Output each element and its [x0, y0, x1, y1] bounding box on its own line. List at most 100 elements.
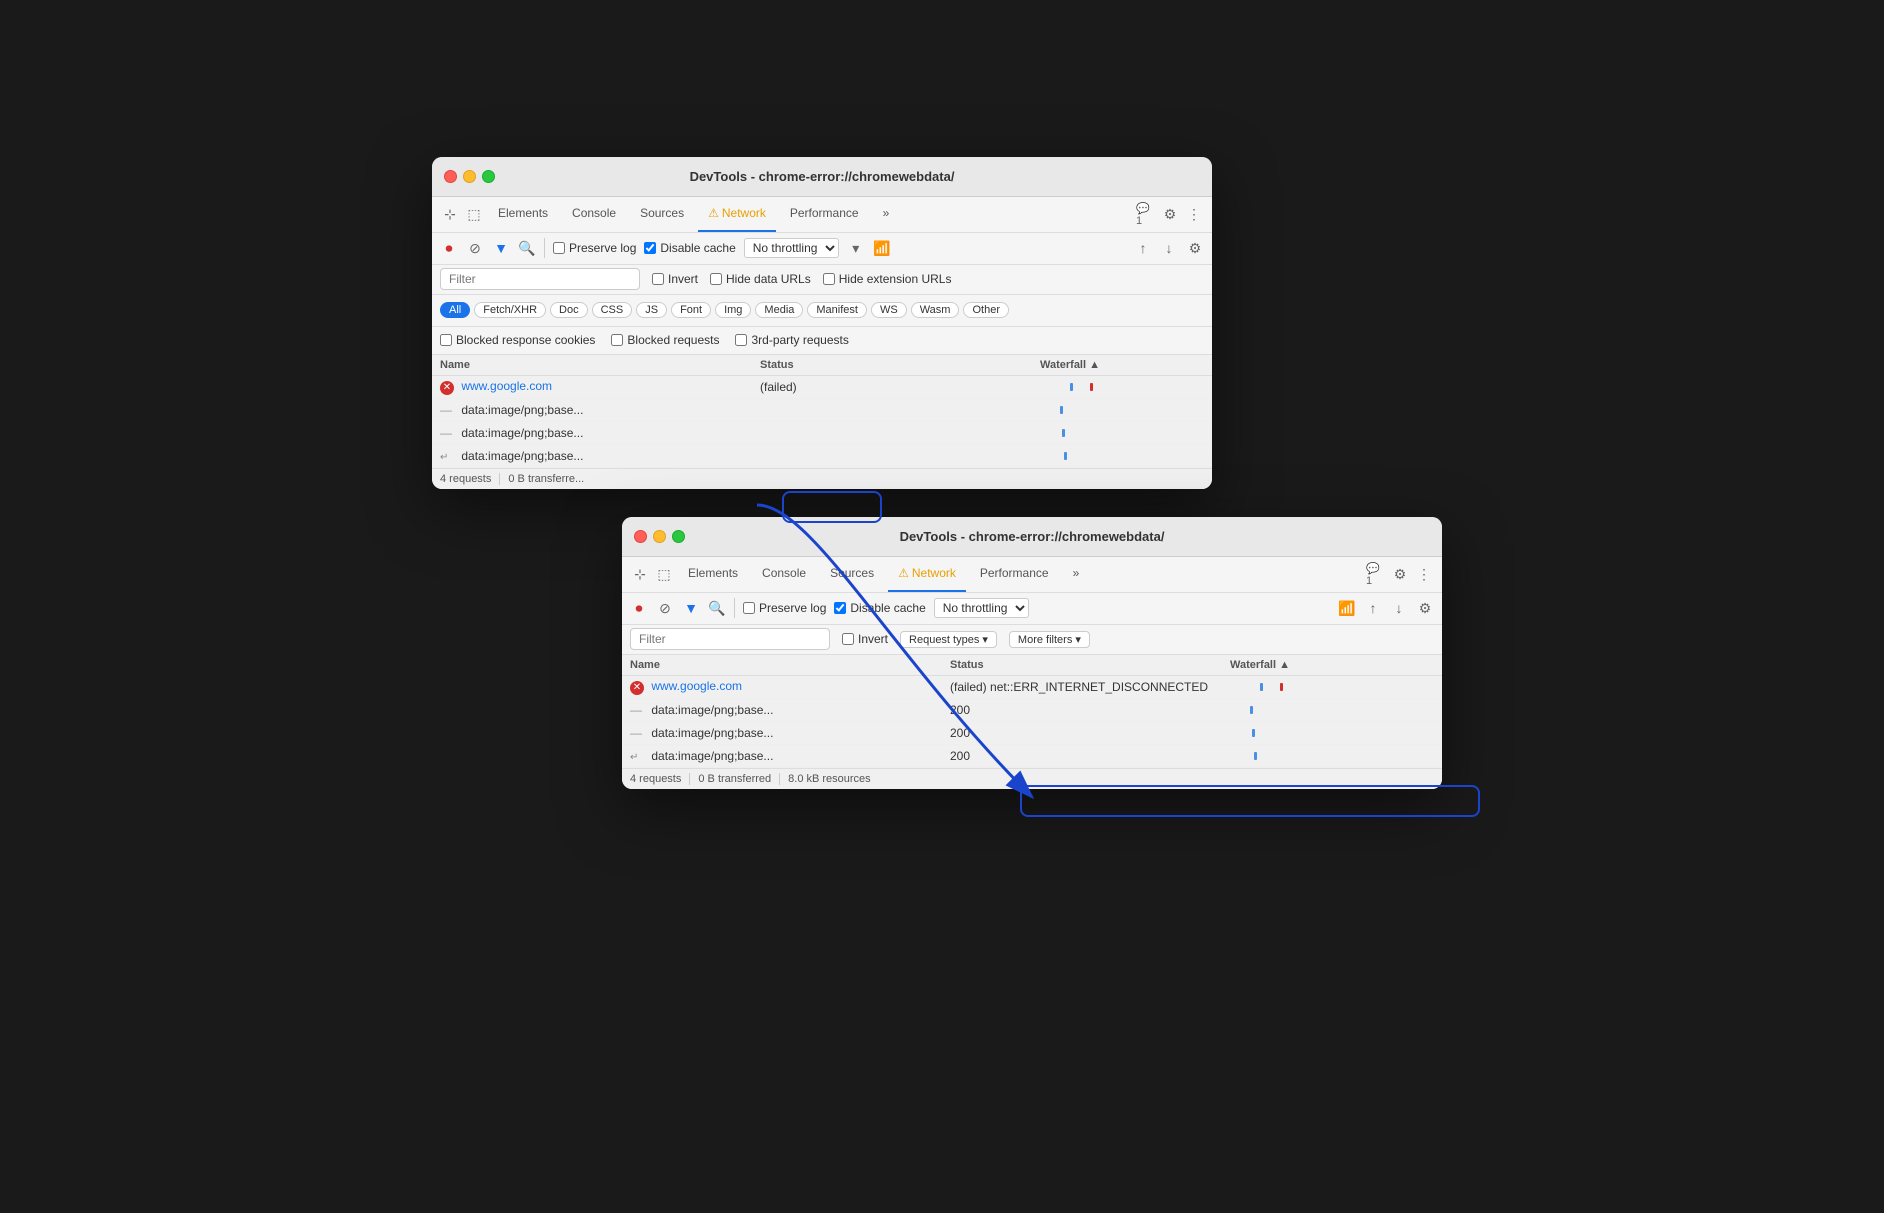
- tab-more-back[interactable]: »: [873, 196, 900, 232]
- row-name-front: data:image/png;base...: [651, 703, 773, 717]
- row-status-failed-front: (failed) net::ERR_INTERNET_DISCONNECTED: [942, 675, 1222, 698]
- more-icon-front[interactable]: ⋮: [1414, 564, 1434, 584]
- inspect-icon[interactable]: ⬚: [464, 204, 484, 224]
- type-ws-back[interactable]: WS: [871, 302, 907, 318]
- table-row[interactable]: — data:image/png;base... 200: [622, 698, 1442, 721]
- clear-icon-front[interactable]: ⊘: [656, 599, 674, 617]
- more-filters-btn[interactable]: More filters ▾: [1009, 631, 1090, 648]
- tab-performance-back[interactable]: Performance: [780, 196, 869, 232]
- wifi-icon[interactable]: 📶: [873, 239, 891, 257]
- dash-icon: —: [440, 426, 454, 440]
- hide-ext-urls-check-back[interactable]: Hide extension URLs: [823, 272, 952, 286]
- tab-elements-back[interactable]: Elements: [488, 196, 558, 232]
- record-icon-front[interactable]: ⏺: [630, 599, 648, 617]
- filter-input-front[interactable]: [630, 628, 830, 650]
- disable-cache-check-front[interactable]: Disable cache: [834, 601, 925, 615]
- table-row[interactable]: ↵ data:image/png;base...: [432, 444, 1212, 467]
- preserve-log-check-front[interactable]: Preserve log: [743, 601, 826, 615]
- statusbar-back: 4 requests 0 B transferre...: [432, 468, 1212, 489]
- type-js-back[interactable]: JS: [636, 302, 667, 318]
- upload-icon-front[interactable]: ↑: [1364, 599, 1382, 617]
- type-css-back[interactable]: CSS: [592, 302, 633, 318]
- invert-check-front[interactable]: Invert: [842, 632, 888, 646]
- filter-input-bar-front: Invert Request types ▾ More filters ▾: [622, 625, 1442, 655]
- row-name: data:image/png;base...: [461, 449, 583, 463]
- network-table-back: Name Status Waterfall ▲ ✕ www.google.com…: [432, 355, 1212, 468]
- type-doc-back[interactable]: Doc: [550, 302, 588, 318]
- arrow-icon-front: ↵: [630, 752, 644, 763]
- messages-icon[interactable]: 💬 1: [1136, 204, 1156, 224]
- type-wasm-back[interactable]: Wasm: [911, 302, 960, 318]
- status-requests-front: 4 requests: [630, 773, 690, 785]
- blocked-requests-check[interactable]: Blocked requests: [611, 333, 719, 347]
- tab-network-back[interactable]: ⚠Network: [698, 196, 776, 232]
- filter-icon-back[interactable]: ▼: [492, 239, 510, 257]
- maximize-button[interactable]: [482, 170, 495, 183]
- upload-icon-back[interactable]: ↑: [1134, 239, 1152, 257]
- throttle-select-back[interactable]: No throttling: [744, 238, 839, 258]
- table-row[interactable]: — data:image/png;base... 200: [622, 721, 1442, 744]
- minimize-button-front[interactable]: [653, 530, 666, 543]
- tab-network-front[interactable]: ⚠Network: [888, 556, 966, 592]
- inspect-icon-front[interactable]: ⬚: [654, 564, 674, 584]
- devtools-window-front: DevTools - chrome-error://chromewebdata/…: [622, 517, 1442, 789]
- tab-console-back[interactable]: Console: [562, 196, 626, 232]
- row-name: data:image/png;base...: [461, 403, 583, 417]
- table-row[interactable]: — data:image/png;base...: [432, 398, 1212, 421]
- type-other-back[interactable]: Other: [963, 302, 1009, 318]
- col-status-back: Status: [752, 355, 1032, 376]
- messages-icon-front[interactable]: 💬 1: [1366, 564, 1386, 584]
- filter-input-back[interactable]: [440, 268, 640, 290]
- type-all-back[interactable]: All: [440, 302, 470, 318]
- disable-cache-check[interactable]: Disable cache: [644, 241, 735, 255]
- table-row[interactable]: ↵ data:image/png;base... 200: [622, 744, 1442, 767]
- filterbar-back: ⏺ ⊘ ▼ 🔍 Preserve log Disable cache No th…: [432, 233, 1212, 265]
- network-settings-icon-front[interactable]: ⚙: [1416, 599, 1434, 617]
- throttle-arrow-icon[interactable]: ▾: [847, 239, 865, 257]
- settings-icon-front[interactable]: ⚙: [1390, 564, 1410, 584]
- table-row[interactable]: ✕ www.google.com (failed): [432, 375, 1212, 398]
- search-icon-back[interactable]: 🔍: [518, 239, 536, 257]
- close-button[interactable]: [444, 170, 457, 183]
- table-row[interactable]: ✕ www.google.com (failed) net::ERR_INTER…: [622, 675, 1442, 698]
- settings-icon[interactable]: ⚙: [1160, 204, 1180, 224]
- close-button-front[interactable]: [634, 530, 647, 543]
- invert-check-back[interactable]: Invert: [652, 272, 698, 286]
- search-icon-front[interactable]: 🔍: [708, 599, 726, 617]
- table-row[interactable]: — data:image/png;base...: [432, 421, 1212, 444]
- cursor-icon[interactable]: ⊹: [440, 204, 460, 224]
- more-icon[interactable]: ⋮: [1184, 204, 1204, 224]
- type-media-back[interactable]: Media: [755, 302, 803, 318]
- tab-elements-front[interactable]: Elements: [678, 556, 748, 592]
- record-icon[interactable]: ⏺: [440, 239, 458, 257]
- type-fetch-back[interactable]: Fetch/XHR: [474, 302, 546, 318]
- tab-more-front[interactable]: »: [1063, 556, 1090, 592]
- col-waterfall-back: Waterfall ▲: [1032, 355, 1212, 376]
- clear-icon[interactable]: ⊘: [466, 239, 484, 257]
- blocked-cookies-check[interactable]: Blocked response cookies: [440, 333, 595, 347]
- wifi-icon-front[interactable]: 📶: [1338, 599, 1356, 617]
- titlebar-back: DevTools - chrome-error://chromewebdata/: [432, 157, 1212, 197]
- tab-performance-front[interactable]: Performance: [970, 556, 1059, 592]
- download-icon-front[interactable]: ↓: [1390, 599, 1408, 617]
- tab-console-front[interactable]: Console: [752, 556, 816, 592]
- devtools-window-back: DevTools - chrome-error://chromewebdata/…: [432, 157, 1212, 489]
- status-resources-front: 8.0 kB resources: [788, 773, 879, 785]
- cursor-icon-front[interactable]: ⊹: [630, 564, 650, 584]
- throttle-select-front[interactable]: No throttling: [934, 598, 1029, 618]
- tab-sources-back[interactable]: Sources: [630, 196, 694, 232]
- maximize-button-front[interactable]: [672, 530, 685, 543]
- tab-sources-front[interactable]: Sources: [820, 556, 884, 592]
- request-types-btn[interactable]: Request types ▾: [900, 631, 997, 648]
- type-img-back[interactable]: Img: [715, 302, 751, 318]
- type-manifest-back[interactable]: Manifest: [807, 302, 867, 318]
- hide-data-urls-check-back[interactable]: Hide data URLs: [710, 272, 811, 286]
- filter-icon-front[interactable]: ▼: [682, 599, 700, 617]
- row-name-front: www.google.com: [651, 679, 742, 693]
- third-party-check[interactable]: 3rd-party requests: [735, 333, 848, 347]
- type-font-back[interactable]: Font: [671, 302, 711, 318]
- download-icon-back[interactable]: ↓: [1160, 239, 1178, 257]
- preserve-log-check[interactable]: Preserve log: [553, 241, 636, 255]
- network-settings-icon[interactable]: ⚙: [1186, 239, 1204, 257]
- minimize-button[interactable]: [463, 170, 476, 183]
